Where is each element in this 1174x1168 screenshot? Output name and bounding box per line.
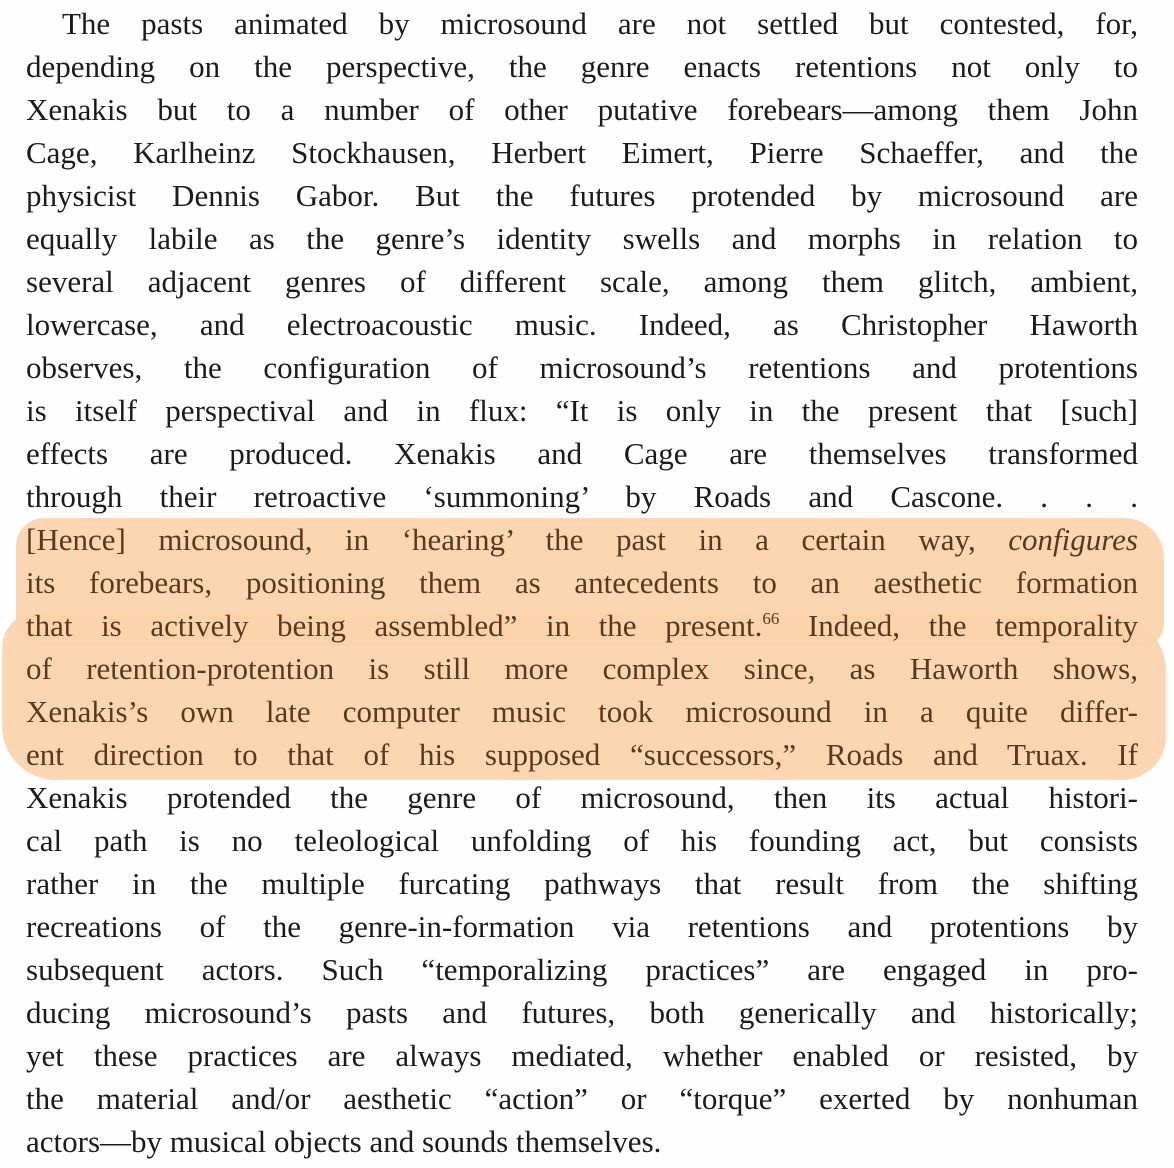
text-line: Xenakis but to a number of other putativ… xyxy=(26,92,1138,127)
text-line: depending on the perspective, the genre … xyxy=(26,49,1138,84)
text-line: equally labile as the genre’s identity s… xyxy=(26,221,1138,256)
text-line: subsequent actors. Such “temporalizing p… xyxy=(26,952,1138,987)
quote-end-text: that is actively being assembled” in the… xyxy=(26,608,763,643)
text-line: yet these practices are always mediated,… xyxy=(26,1038,1138,1073)
footnote-reference[interactable]: 66 xyxy=(762,609,779,628)
document-page: The pasts animated by microsound are not… xyxy=(0,0,1174,1168)
text-line: Cage, Karlheinz Stockhausen, Herbert Eim… xyxy=(26,135,1138,170)
text-line: rather in the multiple furcating pathway… xyxy=(26,866,1138,901)
body-paragraph: The pasts animated by microsound are not… xyxy=(26,2,1138,1163)
continuation-text: Indeed, the temporality xyxy=(779,608,1138,643)
highlighted-text-line: ent direction to that of his supposed “s… xyxy=(26,737,1138,772)
quote-text: [Hence] microsound, in ‘hearing’ the pas… xyxy=(26,522,1009,557)
text-line: Xenakis protended the genre of microsoun… xyxy=(26,780,1138,815)
highlighted-text-line: that is actively being assembled” in the… xyxy=(26,604,1138,647)
highlighted-text-line: its forebears, positioning them as antec… xyxy=(26,565,1138,600)
text-line: The pasts animated by microsound are not… xyxy=(62,6,1138,41)
highlighted-text-line: [Hence] microsound, in ‘hearing’ the pas… xyxy=(26,518,1138,561)
text-line: cal path is no teleological unfolding of… xyxy=(26,823,1138,858)
text-line: is itself perspectival and in flux: “It … xyxy=(26,393,1138,428)
text-line: physicist Dennis Gabor. But the futures … xyxy=(26,178,1138,213)
text-line: recreations of the genre-in-formation vi… xyxy=(26,909,1138,944)
text-line: ducing microsound’s pasts and futures, b… xyxy=(26,995,1138,1030)
highlighted-text-line: of retention-protention is still more co… xyxy=(26,651,1138,686)
text-line: actors—by musical objects and sounds the… xyxy=(26,1124,662,1159)
italic-emphasis: configures xyxy=(1008,522,1138,557)
text-line: the material and/or aesthetic “action” o… xyxy=(26,1081,1138,1116)
highlighted-text-line: Xenakis’s own late computer music took m… xyxy=(26,694,1138,729)
text-line: several adjacent genres of different sca… xyxy=(26,264,1138,299)
text-line: observes, the configuration of microsoun… xyxy=(26,350,1138,385)
text-line: lowercase, and electroacoustic music. In… xyxy=(26,307,1138,342)
text-line: through their retroactive ‘summoning’ by… xyxy=(26,479,1138,514)
text-line: effects are produced. Xenakis and Cage a… xyxy=(26,436,1138,471)
